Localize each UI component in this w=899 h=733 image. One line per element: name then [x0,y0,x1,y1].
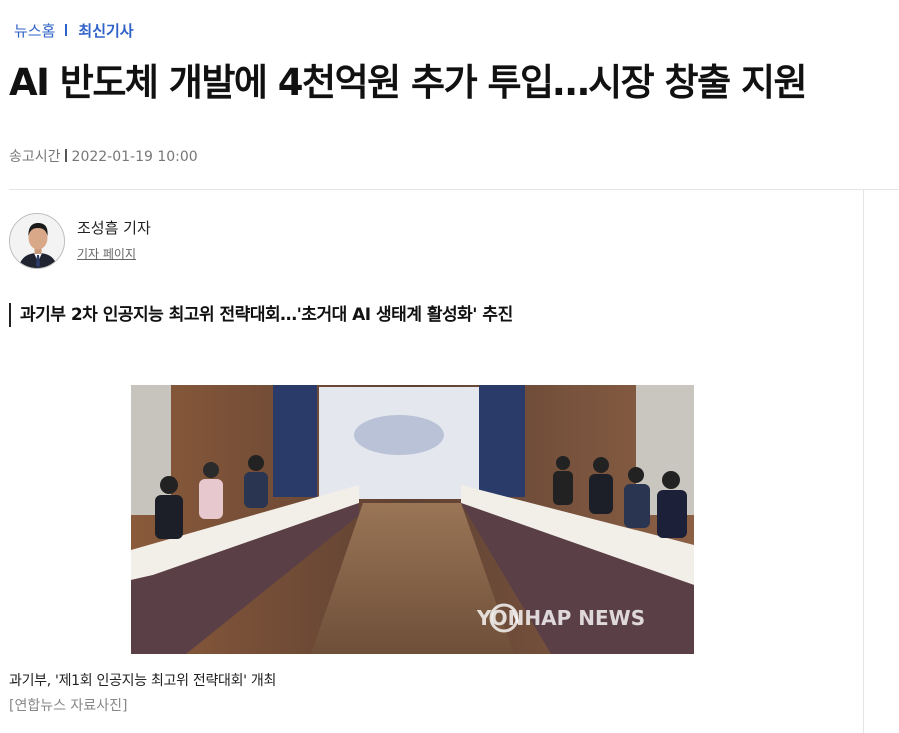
content-column-divider [863,190,864,733]
article-photo[interactable]: YONHAP NEWS [131,385,694,654]
reporter-avatar[interactable] [9,213,65,269]
photo-caption: 과기부, '제1회 인공지능 최고위 전략대회' 개최 [9,673,277,689]
meta-divider [64,149,67,162]
article-title: AI 반도체 개발에 4천억원 추가 투입…시장 창출 지원 [9,61,808,104]
published-time: 2022-01-19 10:00 [71,149,198,165]
breadcrumb-latest-articles[interactable]: 최신기사 [78,20,133,41]
photo-credit: [연합뉴스 자료사진] [9,698,128,714]
article-subheading: 과기부 2차 인공지능 최고위 전략대회…'초거대 AI 생태계 활성화' 추진 [9,303,513,327]
conference-room-image: YONHAP NEWS [131,385,694,654]
yonhap-watermark: YONHAP NEWS [476,606,645,630]
breadcrumb: 뉴스홈 최신기사 [14,19,134,41]
published-label: 송고시간 [9,149,61,165]
breadcrumb-separator [65,24,68,36]
breadcrumb-news-home[interactable]: 뉴스홈 [14,20,55,41]
reporter-name: 조성흠 기자 [77,219,151,237]
article-meta: 송고시간 2022-01-19 10:00 [9,147,198,167]
reporter-photo [10,214,64,268]
header-divider [9,189,899,190]
reporter-page-link[interactable]: 기자 페이지 [77,246,136,262]
